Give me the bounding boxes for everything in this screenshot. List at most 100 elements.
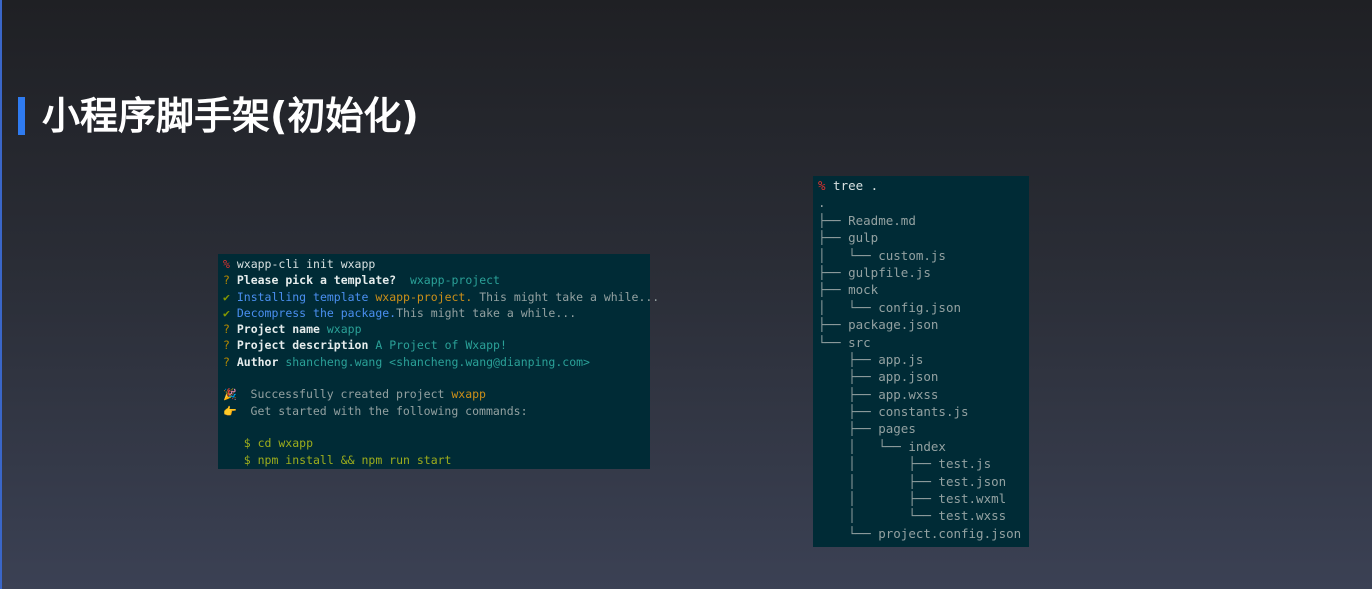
check-icon: ✔ xyxy=(223,305,230,320)
tree-branch: └── xyxy=(818,525,879,541)
project-name-line: ? Project name wxapp xyxy=(223,321,650,337)
install-tail: This might take a while... xyxy=(472,289,660,304)
command-npm-text: $ npm install && npm run start xyxy=(223,452,452,467)
answer-value: A Project of Wxapp! xyxy=(368,338,507,353)
tree-file-name: gulpfile.js xyxy=(848,264,931,280)
tree-file-name: project.config.json xyxy=(878,525,1022,541)
decompress-tail: This might take a while... xyxy=(396,305,577,320)
tree-branch: │ └── xyxy=(818,299,879,315)
tree-branch: │ ├── xyxy=(818,491,939,507)
command-text: wxapp-cli init wxapp xyxy=(229,257,376,271)
tree-entry: ├── Readme.md xyxy=(818,212,1029,229)
tree-entry: │ └── custom.js xyxy=(818,247,1029,264)
tree-branch: ├── xyxy=(818,230,849,246)
tree-branch: ├── xyxy=(818,317,849,333)
tree-entry: ├── gulpfile.js xyxy=(818,264,1029,281)
party-popper-icon: 🎉 xyxy=(223,388,237,402)
question-label: Author xyxy=(229,354,279,369)
success-project-name: wxapp xyxy=(444,387,486,402)
tree-branch: │ └── xyxy=(818,247,879,263)
terminal-tree-output: % tree . . ├── Readme.md ├── gulp │ └── cus… xyxy=(813,176,1029,547)
question-label: Project description xyxy=(229,338,369,353)
tree-branch: ├── xyxy=(818,212,849,228)
tree-entry: ├── gulp xyxy=(818,229,1029,246)
tree-branch: ├── xyxy=(818,404,879,420)
tree-file-name: app.json xyxy=(878,369,939,385)
question-label: Project name xyxy=(229,322,320,337)
tree-branch: │ ├── xyxy=(818,473,939,489)
title-accent-bar xyxy=(18,97,25,135)
tree-entry: │ ├── test.json xyxy=(818,473,1029,490)
decompress-text: Decompress the package. xyxy=(229,305,397,320)
tree-entry: ├── app.js xyxy=(818,351,1029,368)
tree-branch: │ └── xyxy=(818,508,939,524)
tree-file-name: mock xyxy=(848,282,879,298)
tree-file-name: test.wxss xyxy=(938,508,1007,524)
tree-branch: ├── xyxy=(818,351,879,367)
answer-value: wxapp-project xyxy=(396,273,500,288)
decompress-line: ✔ Decompress the package.This might take… xyxy=(223,305,650,321)
tree-branch: ├── xyxy=(818,264,849,280)
tree-file-name: test.json xyxy=(938,473,1007,489)
install-line: ✔ Installing template wxapp-project. Thi… xyxy=(223,289,659,305)
tree-entry: ├── pages xyxy=(818,420,1029,437)
tree-file-name: index xyxy=(908,438,946,454)
success-text: Successfully created project xyxy=(236,387,445,402)
tree-file-name: package.json xyxy=(848,317,939,333)
slide-left-border xyxy=(0,0,2,589)
tree-entry: │ └── config.json xyxy=(818,299,1029,316)
tree-file-name: Readme.md xyxy=(848,212,916,228)
tree-branch: │ ├── xyxy=(818,456,939,472)
tree-entry: . xyxy=(818,194,1029,211)
tree-file-name: src xyxy=(848,334,871,350)
tree-branch: ├── xyxy=(818,386,879,402)
get-started-text: Get started with the following commands: xyxy=(236,403,528,418)
get-started-line: 👉 Get started with the following command… xyxy=(223,403,650,419)
question-mark-icon: ? xyxy=(223,322,230,337)
question-mark-icon: ? xyxy=(223,273,230,288)
question-mark-icon: ? xyxy=(223,354,230,369)
install-template-name: wxapp-project. xyxy=(368,289,473,304)
tree-branch: ├── xyxy=(818,421,879,437)
tree-entry: └── src xyxy=(818,334,1029,351)
tree-branch: │ └── xyxy=(818,438,909,454)
success-line: 🎉 Successfully created project wxapp xyxy=(223,386,650,402)
tree-branch: ├── xyxy=(818,369,879,385)
tree-file-name: pages xyxy=(878,421,916,437)
tree-entry: │ └── test.wxss xyxy=(818,507,1029,524)
tree-file-name: test.js xyxy=(938,456,992,472)
terminal-command-line: % wxapp-cli init wxapp xyxy=(223,256,650,272)
tree-file-name: config.json xyxy=(878,299,962,315)
tree-entry: │ └── index xyxy=(818,438,1029,455)
tree-entry: ├── constants.js xyxy=(818,403,1029,420)
tree-entry: │ ├── test.js xyxy=(818,455,1029,472)
tree-entry: ├── package.json xyxy=(818,316,1029,333)
command-npm: $ npm install && npm run start xyxy=(223,452,650,468)
answer-value: shancheng.wang <shancheng.wang@dianping.… xyxy=(278,354,590,369)
command-text: tree . xyxy=(825,178,879,193)
answer-value: wxapp xyxy=(319,322,362,337)
project-description-line: ? Project description A Project of Wxapp… xyxy=(223,337,650,353)
slide-title: 小程序脚手架(初始化) xyxy=(42,94,419,138)
tree-file-name: . xyxy=(818,195,826,211)
tree-file-name: constants.js xyxy=(878,404,969,420)
tree-entry: ├── mock xyxy=(818,281,1029,298)
template-question-line: ? Please pick a template? wxapp-project xyxy=(223,272,650,288)
terminal-init-output: % wxapp-cli init wxapp ? Please pick a t… xyxy=(218,254,659,469)
command-cd-text: $ cd wxapp xyxy=(223,436,314,451)
tree-file-name: gulp xyxy=(848,230,879,246)
question-label: Please pick a template? xyxy=(229,273,397,288)
install-text: Installing template xyxy=(229,289,369,304)
tree-entry: ├── app.wxss xyxy=(818,386,1029,403)
tree-file-name: custom.js xyxy=(878,247,946,263)
tree-file-name: app.wxss xyxy=(878,386,939,402)
check-icon: ✔ xyxy=(223,289,230,304)
question-mark-icon: ? xyxy=(223,338,230,353)
author-line: ? Author shancheng.wang <shancheng.wang@… xyxy=(223,354,650,370)
tree-listing: . ├── Readme.md ├── gulp │ └── custom.js ├──… xyxy=(818,194,1029,542)
pointing-hand-icon: 👉 xyxy=(223,404,237,418)
tree-file-name: test.wxml xyxy=(938,491,1007,507)
tree-branch: └── xyxy=(818,334,849,350)
